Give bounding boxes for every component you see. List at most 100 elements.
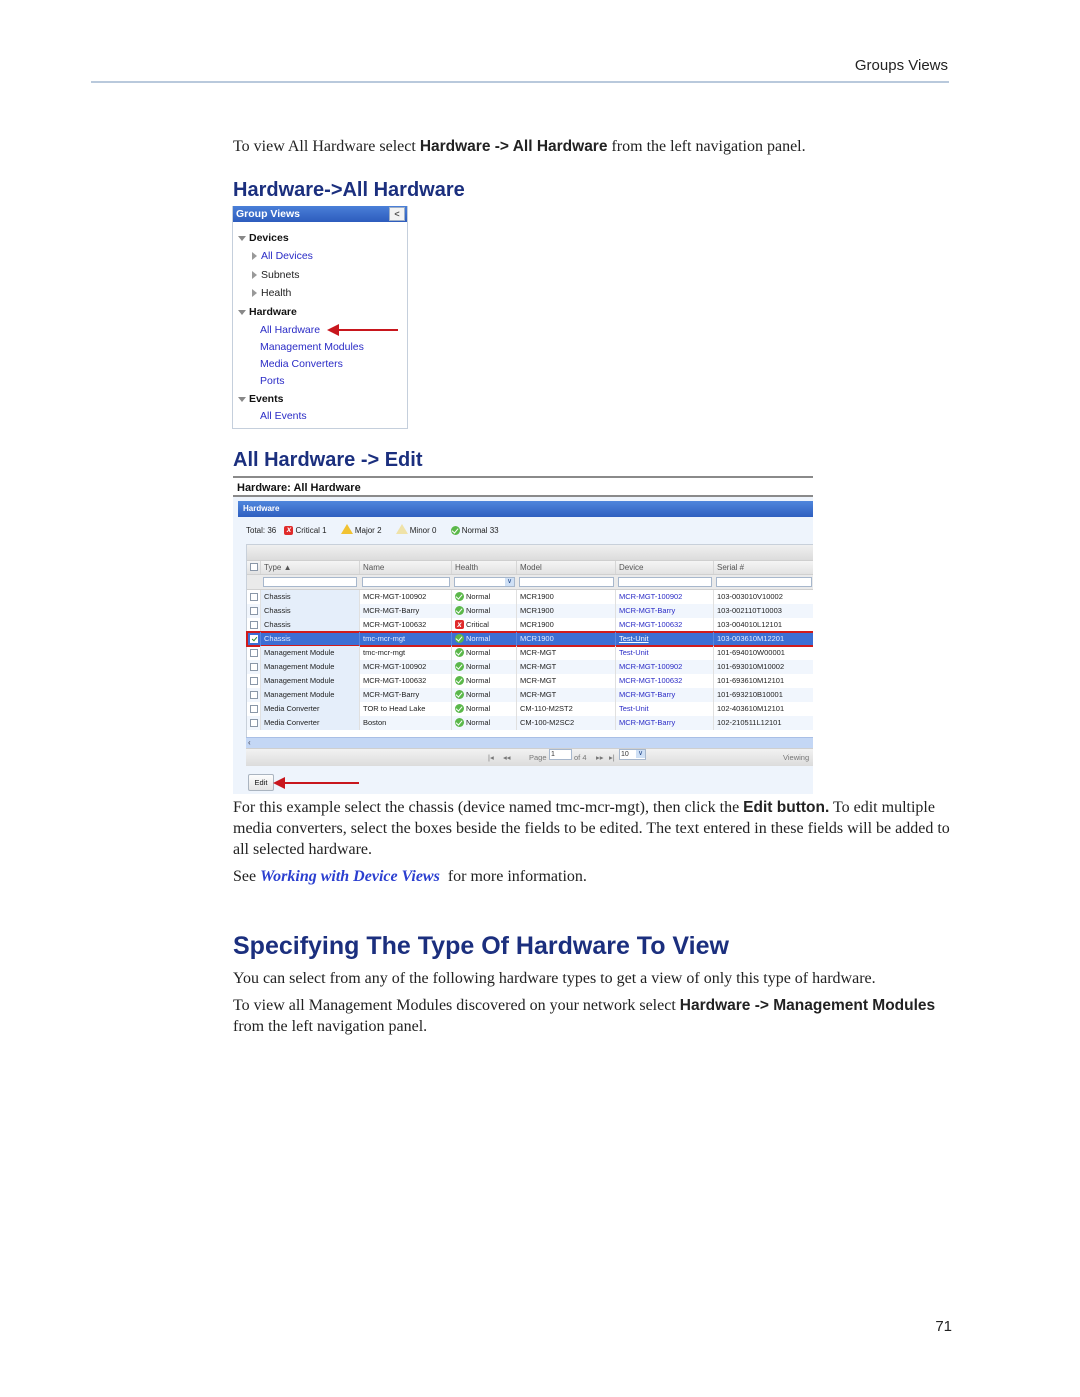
- name-text: MCR-MGT-100902: [363, 662, 427, 671]
- page-number-input[interactable]: 1: [549, 749, 572, 760]
- nav-item-all-hardware[interactable]: All Hardware: [260, 322, 320, 338]
- filter-name-input[interactable]: [362, 577, 450, 587]
- device-text[interactable]: Test-Unit: [619, 634, 649, 643]
- cell-device[interactable]: Test-Unit: [616, 646, 714, 660]
- cell-device[interactable]: Test-Unit: [616, 702, 714, 716]
- column-header-name[interactable]: Name: [360, 561, 452, 574]
- column-header-serial[interactable]: Serial #: [714, 561, 813, 574]
- device-text[interactable]: Test-Unit: [619, 648, 649, 657]
- row-checkbox[interactable]: [250, 677, 258, 685]
- cell-device[interactable]: MCR-MGT-100902: [616, 660, 714, 674]
- cell-health: Normal: [452, 702, 517, 716]
- summary-normal[interactable]: Normal 33: [450, 526, 505, 535]
- nav-item-management-modules[interactable]: Management Modules: [260, 339, 364, 355]
- prev-page-icon[interactable]: ◂◂: [503, 749, 511, 766]
- row-select-cell: [247, 590, 261, 604]
- row-checkbox[interactable]: [250, 663, 258, 671]
- cell-device[interactable]: MCR-MGT-100632: [616, 618, 714, 632]
- nav-item-media-converters[interactable]: Media Converters: [260, 356, 343, 372]
- cell-serial: 102-210511L12101: [714, 716, 813, 730]
- filter-serial-input[interactable]: [716, 577, 812, 587]
- nav-group-devices[interactable]: Devices: [238, 230, 289, 246]
- column-header-type[interactable]: Type ▲: [261, 561, 360, 574]
- cell-device[interactable]: Test-Unit: [616, 632, 714, 646]
- device-text[interactable]: MCR-MGT-Barry: [619, 606, 675, 615]
- summary-major[interactable]: Major 2: [340, 524, 388, 535]
- device-text[interactable]: MCR-MGT-100902: [619, 662, 682, 671]
- table-row[interactable]: Chassis MCR-MGT-100632 Critical MCR1900 MCR-…: [247, 618, 813, 632]
- table-row[interactable]: Chassis MCR-MGT-100902 Normal MCR1900 MCR-MG…: [247, 590, 813, 604]
- nav-item-ports[interactable]: Ports: [260, 373, 285, 389]
- cell-serial: 103-004010L12101: [714, 618, 813, 632]
- row-select-cell: [247, 702, 261, 716]
- row-select-cell: [247, 604, 261, 618]
- group-views-nav-panel: Group Views < Devices All Devices Subnet…: [232, 206, 408, 429]
- model-text: CM-100-M2SC2: [520, 718, 575, 727]
- next-page-icon[interactable]: ▸▸: [596, 749, 604, 766]
- nav-item-subnets[interactable]: Subnets: [252, 267, 300, 283]
- device-text[interactable]: MCR-MGT-Barry: [619, 718, 675, 727]
- device-text[interactable]: MCR-MGT-100902: [619, 592, 682, 601]
- row-select-cell: [247, 660, 261, 674]
- filter-type-input[interactable]: [263, 577, 357, 587]
- device-text[interactable]: MCR-MGT-100632: [619, 676, 682, 685]
- select-all-checkbox[interactable]: [250, 563, 258, 571]
- type-text: Management Module: [264, 690, 335, 699]
- filter-health-select[interactable]: ∨: [454, 577, 515, 587]
- filter-model-input[interactable]: [519, 577, 614, 587]
- warning-icon: [340, 524, 353, 534]
- column-header-model[interactable]: Model: [517, 561, 616, 574]
- name-text: Boston: [363, 718, 387, 727]
- table-row[interactable]: Media Converter TOR to Head Lake Normal CM-…: [247, 702, 813, 716]
- nav-item-health[interactable]: Health: [252, 285, 291, 301]
- row-checkbox[interactable]: [250, 691, 258, 699]
- page-size-select[interactable]: 10 ∨: [619, 749, 646, 760]
- cell-device[interactable]: MCR-MGT-100632: [616, 674, 714, 688]
- table-row[interactable]: Chassis MCR-MGT-Barry Normal MCR1900 MCR-MGT…: [247, 604, 813, 618]
- nav-group-events[interactable]: Events: [238, 391, 283, 407]
- cell-device[interactable]: MCR-MGT-100902: [616, 590, 714, 604]
- device-text[interactable]: MCR-MGT-100632: [619, 620, 682, 629]
- row-checkbox[interactable]: [250, 593, 258, 601]
- edit-button[interactable]: Edit: [248, 774, 274, 791]
- cell-type: Chassis: [261, 632, 360, 646]
- table-row[interactable]: Management Module MCR-MGT-100902 Normal MCR…: [247, 660, 813, 674]
- collapse-panel-icon[interactable]: <: [389, 207, 405, 221]
- table-row[interactable]: Management Module MCR-MGT-Barry Normal MCR-…: [247, 688, 813, 702]
- row-checkbox[interactable]: [250, 621, 258, 629]
- nav-group-hardware[interactable]: Hardware: [238, 304, 297, 320]
- table-row[interactable]: Management Module tmc-mcr-mgt Normal MCR-MG…: [247, 646, 813, 660]
- row-select-cell: [247, 716, 261, 730]
- horizontal-scrollbar[interactable]: ‹: [246, 737, 813, 748]
- summary-minor[interactable]: Minor 0: [395, 524, 443, 535]
- cell-device[interactable]: MCR-MGT-Barry: [616, 604, 714, 618]
- nav-item-all-events[interactable]: All Events: [260, 408, 307, 424]
- cell-name: MCR-MGT-Barry: [360, 688, 452, 702]
- working-with-device-views-link[interactable]: Working with Device Views: [260, 868, 440, 885]
- table-row[interactable]: Chassis tmc-mcr-mgt Normal MCR1900 Test-Unit…: [246, 631, 813, 647]
- cell-device[interactable]: MCR-MGT-Barry: [616, 716, 714, 730]
- table-row[interactable]: Media Converter Boston Normal CM-100-M2SC2 M…: [247, 716, 813, 730]
- cell-type: Media Converter: [261, 716, 360, 730]
- table-row[interactable]: Management Module MCR-MGT-100632 Normal MCR…: [247, 674, 813, 688]
- cell-serial: 102-403610M12101: [714, 702, 813, 716]
- row-checkbox[interactable]: [250, 635, 258, 643]
- row-checkbox[interactable]: [250, 649, 258, 657]
- row-checkbox[interactable]: [250, 719, 258, 727]
- device-text[interactable]: Test-Unit: [619, 704, 649, 713]
- row-checkbox[interactable]: [250, 607, 258, 615]
- cell-device[interactable]: MCR-MGT-Barry: [616, 688, 714, 702]
- nav-item-all-devices[interactable]: All Devices: [252, 248, 313, 264]
- all-hardware-panel: Hardware: All Hardware Hardware Total: 3…: [233, 476, 813, 794]
- summary-critical[interactable]: Critical 1: [284, 524, 332, 536]
- scroll-left-icon[interactable]: ‹: [248, 738, 251, 748]
- last-page-icon[interactable]: ▸|: [609, 749, 615, 766]
- filter-device-input[interactable]: [618, 577, 712, 587]
- column-header-health[interactable]: Health: [452, 561, 517, 574]
- column-header-device[interactable]: Device: [616, 561, 714, 574]
- row-checkbox[interactable]: [250, 705, 258, 713]
- model-text: MCR-MGT: [520, 662, 557, 671]
- first-page-icon[interactable]: |◂: [488, 749, 494, 766]
- grid-toolbar: [247, 545, 813, 561]
- device-text[interactable]: MCR-MGT-Barry: [619, 690, 675, 699]
